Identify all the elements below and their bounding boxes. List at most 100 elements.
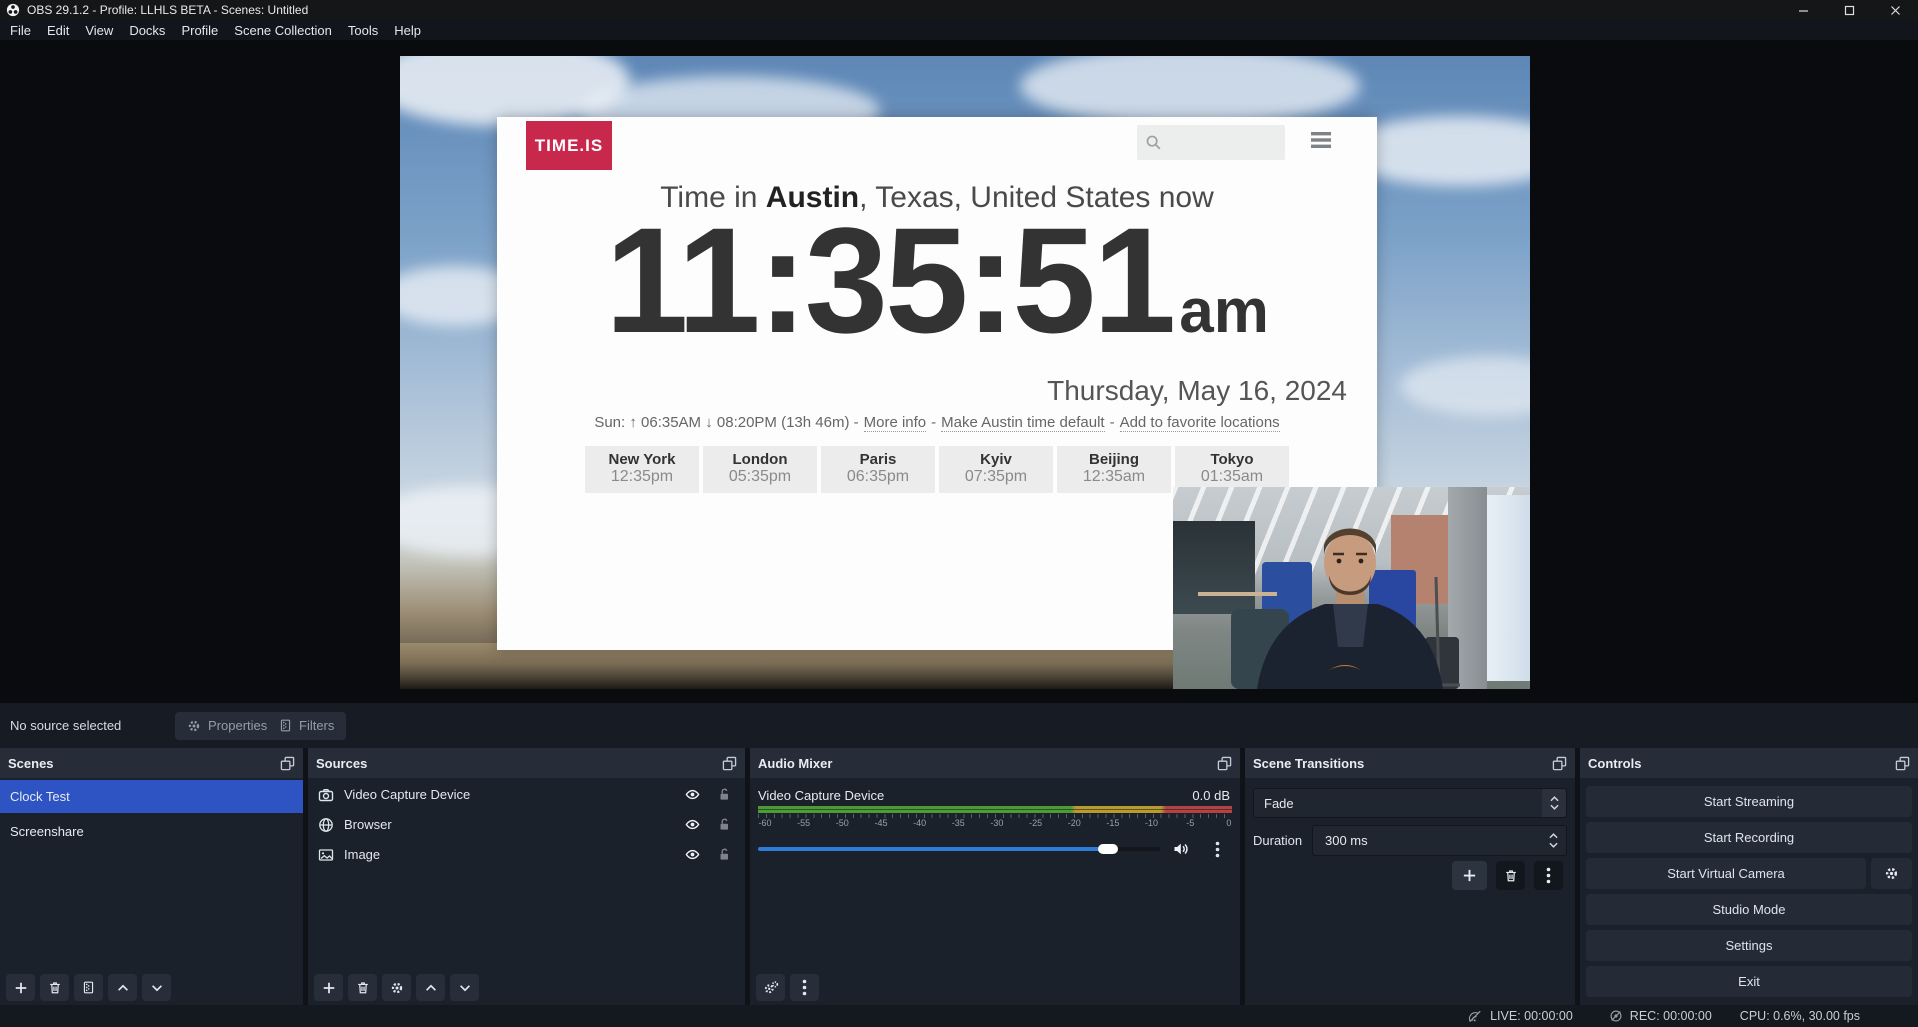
transitions-title: Scene Transitions <box>1253 756 1364 771</box>
sun-times: Sun: ↑ 06:35AM ↓ 08:20PM (13h 46m) - <box>594 414 858 431</box>
program-preview[interactable]: TIME.IS Time in Austin, Texas, United St… <box>400 56 1530 689</box>
menu-view[interactable]: View <box>77 20 121 40</box>
cloud <box>1020 56 1360 126</box>
lock-open-icon[interactable] <box>717 787 731 802</box>
mixer-menu-kebab[interactable] <box>790 974 819 1001</box>
menu-edit[interactable]: Edit <box>39 20 77 40</box>
no-source-status: No source selected <box>10 718 121 733</box>
properties-button[interactable]: Properties <box>175 712 279 740</box>
move-scene-down-button[interactable] <box>142 974 171 1001</box>
menu-profile[interactable]: Profile <box>173 20 226 40</box>
start-recording-button[interactable]: Start Recording <box>1586 822 1912 853</box>
person <box>1173 487 1530 689</box>
gear-icon <box>187 719 201 733</box>
add-source-button[interactable] <box>314 974 343 1001</box>
audio-mixer-panel: Audio Mixer Video Capture Device 0.0 dB … <box>750 748 1240 1005</box>
more-info-link: More info <box>864 414 927 432</box>
volume-slider[interactable] <box>758 836 1160 862</box>
move-scene-up-button[interactable] <box>108 974 137 1001</box>
mixer-options-kebab[interactable] <box>1204 836 1230 862</box>
move-source-up-button[interactable] <box>416 974 445 1001</box>
popout-icon[interactable] <box>722 756 737 771</box>
hamburger-menu-icon <box>1309 130 1333 150</box>
transition-options-kebab[interactable] <box>1534 861 1563 890</box>
filter-icon <box>279 718 292 733</box>
title-bar: OBS 29.1.2 - Profile: LLHLS BETA - Scene… <box>0 0 1918 20</box>
link-separator: - <box>1110 414 1115 431</box>
menu-docks[interactable]: Docks <box>121 20 173 40</box>
source-item-browser[interactable]: Browser <box>308 811 745 838</box>
spin-up-icon[interactable] <box>1549 833 1558 839</box>
add-transition-button[interactable] <box>1452 861 1487 890</box>
dock-area: Scenes Clock Test Screenshare <box>0 748 1918 1005</box>
scene-item-clock-test[interactable]: Clock Test <box>0 780 303 813</box>
speaker-icon[interactable] <box>1172 841 1190 857</box>
window-title: OBS 29.1.2 - Profile: LLHLS BETA - Scene… <box>27 3 308 17</box>
status-bar: LIVE: 00:00:00 REC: 00:00:00 CPU: 0.6%, … <box>0 1005 1918 1027</box>
source-item-video-capture[interactable]: Video Capture Device <box>308 781 745 808</box>
controls-title: Controls <box>1588 756 1641 771</box>
remove-transition-button[interactable] <box>1496 861 1525 890</box>
maximize-button[interactable] <box>1826 0 1872 20</box>
stream-inactive-icon <box>1467 1009 1483 1023</box>
start-virtual-camera-button[interactable]: Start Virtual Camera <box>1586 858 1866 889</box>
visibility-eye-icon[interactable] <box>684 817 701 832</box>
rec-timer: REC: 00:00:00 <box>1630 1009 1712 1023</box>
image-icon <box>318 847 334 863</box>
visibility-eye-icon[interactable] <box>684 847 701 862</box>
start-streaming-button[interactable]: Start Streaming <box>1586 786 1912 817</box>
advanced-audio-button[interactable] <box>756 974 785 1001</box>
duration-label: Duration <box>1253 833 1302 848</box>
minimize-button[interactable] <box>1780 0 1826 20</box>
menu-scene-collection[interactable]: Scene Collection <box>226 20 340 40</box>
close-button[interactable] <box>1872 0 1918 20</box>
cloud <box>1400 356 1530 416</box>
exit-button[interactable]: Exit <box>1586 966 1912 997</box>
visibility-eye-icon[interactable] <box>684 787 701 802</box>
lock-open-icon[interactable] <box>717 817 731 832</box>
popout-icon[interactable] <box>1552 756 1567 771</box>
timeis-logo: TIME.IS <box>526 121 612 170</box>
menu-help[interactable]: Help <box>386 20 429 40</box>
studio-mode-button[interactable]: Studio Mode <box>1586 894 1912 925</box>
world-clock-london: London 05:35pm <box>703 446 817 493</box>
source-item-image[interactable]: Image <box>308 841 745 868</box>
webcam-overlay <box>1173 487 1530 689</box>
source-properties-button[interactable] <box>382 974 411 1001</box>
virtual-camera-settings-button[interactable] <box>1871 858 1912 889</box>
timeis-clock: 11:35:51am <box>497 205 1377 355</box>
clock-ampm: am <box>1179 277 1269 346</box>
popout-icon[interactable] <box>280 756 295 771</box>
mixer-channel-name: Video Capture Device <box>758 788 884 803</box>
combo-spinner[interactable] <box>1542 789 1566 817</box>
selected-source-toolbar: No source selected Properties Filters <box>0 703 1918 748</box>
camera-icon <box>318 787 334 803</box>
lock-open-icon[interactable] <box>717 847 731 862</box>
add-scene-button[interactable] <box>6 974 35 1001</box>
menu-tools[interactable]: Tools <box>340 20 386 40</box>
timeis-search-input <box>1137 125 1285 160</box>
scenes-title: Scenes <box>8 756 54 771</box>
cpu-fps-stats: CPU: 0.6%, 30.00 fps <box>1740 1009 1860 1023</box>
audio-mixer-title: Audio Mixer <box>758 756 832 771</box>
scene-filters-button[interactable] <box>74 974 103 1001</box>
search-icon <box>1145 134 1162 151</box>
sources-title: Sources <box>316 756 367 771</box>
move-source-down-button[interactable] <box>450 974 479 1001</box>
duration-spinbox[interactable]: 300 ms <box>1312 825 1567 856</box>
spin-down-icon[interactable] <box>1549 842 1558 848</box>
make-default-link: Make Austin time default <box>941 414 1104 432</box>
filters-button[interactable]: Filters <box>267 712 346 740</box>
menu-file[interactable]: File <box>2 20 39 40</box>
remove-source-button[interactable] <box>348 974 377 1001</box>
world-clock-tokyo: Tokyo 01:35am <box>1175 446 1289 493</box>
transition-select[interactable]: Fade <box>1253 788 1567 818</box>
live-timer: LIVE: 00:00:00 <box>1490 1009 1573 1023</box>
volume-slider-handle[interactable] <box>1098 844 1118 854</box>
popout-icon[interactable] <box>1895 756 1910 771</box>
popout-icon[interactable] <box>1217 756 1232 771</box>
remove-scene-button[interactable] <box>40 974 69 1001</box>
link-separator: - <box>931 414 936 431</box>
settings-button[interactable]: Settings <box>1586 930 1912 961</box>
scene-item-screenshare[interactable]: Screenshare <box>0 815 303 848</box>
